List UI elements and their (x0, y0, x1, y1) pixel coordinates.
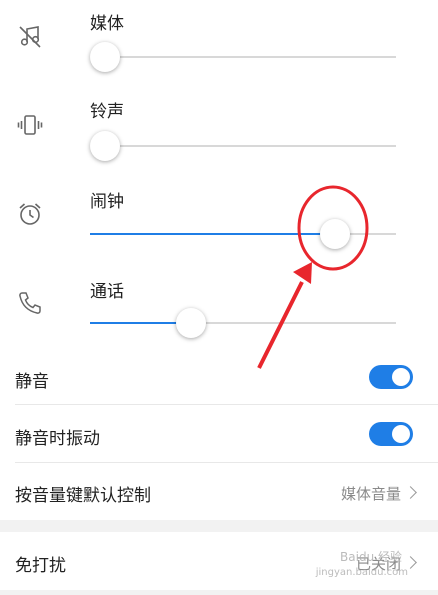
section-gap (0, 520, 438, 532)
media-volume-label: 媒体 (90, 14, 124, 34)
silent-label: 静音 (15, 372, 49, 392)
volume-key-default-value: 媒体音量 (340, 485, 401, 503)
phone-icon (19, 292, 41, 314)
call-volume-slider[interactable] (90, 308, 396, 338)
slider-thumb[interactable] (175, 308, 206, 338)
alarm-volume-slider[interactable] (90, 219, 396, 249)
volume-key-default-row[interactable]: 按音量键默认控制 媒体音量 (0, 463, 438, 518)
chevron-right-icon (404, 486, 417, 499)
slider-thumb[interactable] (90, 42, 120, 72)
ringtone-volume-slider[interactable] (90, 131, 396, 161)
vibrate-on-silent-toggle[interactable] (369, 422, 413, 446)
watermark-url: jingyan.baidu.com (315, 567, 408, 578)
toggle-knob (392, 425, 410, 443)
call-volume-label: 通话 (90, 282, 124, 302)
annotation-arrow (257, 281, 304, 369)
slider-thumb[interactable] (319, 219, 350, 249)
alarm-clock-icon (19, 203, 41, 225)
volume-key-default-label: 按音量键默认控制 (15, 486, 151, 506)
do-not-disturb-label: 免打扰 (15, 556, 66, 576)
slider-fill (90, 233, 335, 235)
alarm-volume-label: 闹钟 (90, 192, 124, 212)
toggle-knob (392, 368, 410, 386)
slider-thumb[interactable] (90, 131, 120, 161)
annotation-arrowhead (293, 262, 312, 284)
media-volume-slider[interactable] (90, 42, 396, 72)
divider (15, 404, 438, 405)
vibrate-icon (17, 115, 43, 135)
silent-toggle[interactable] (369, 365, 413, 389)
section-gap (0, 590, 438, 595)
watermark-logo: Baidu 经验 (340, 550, 402, 564)
vibrate-on-silent-label: 静音时振动 (15, 429, 100, 449)
ringtone-volume-label: 铃声 (90, 102, 124, 122)
music-muted-icon (19, 26, 41, 48)
